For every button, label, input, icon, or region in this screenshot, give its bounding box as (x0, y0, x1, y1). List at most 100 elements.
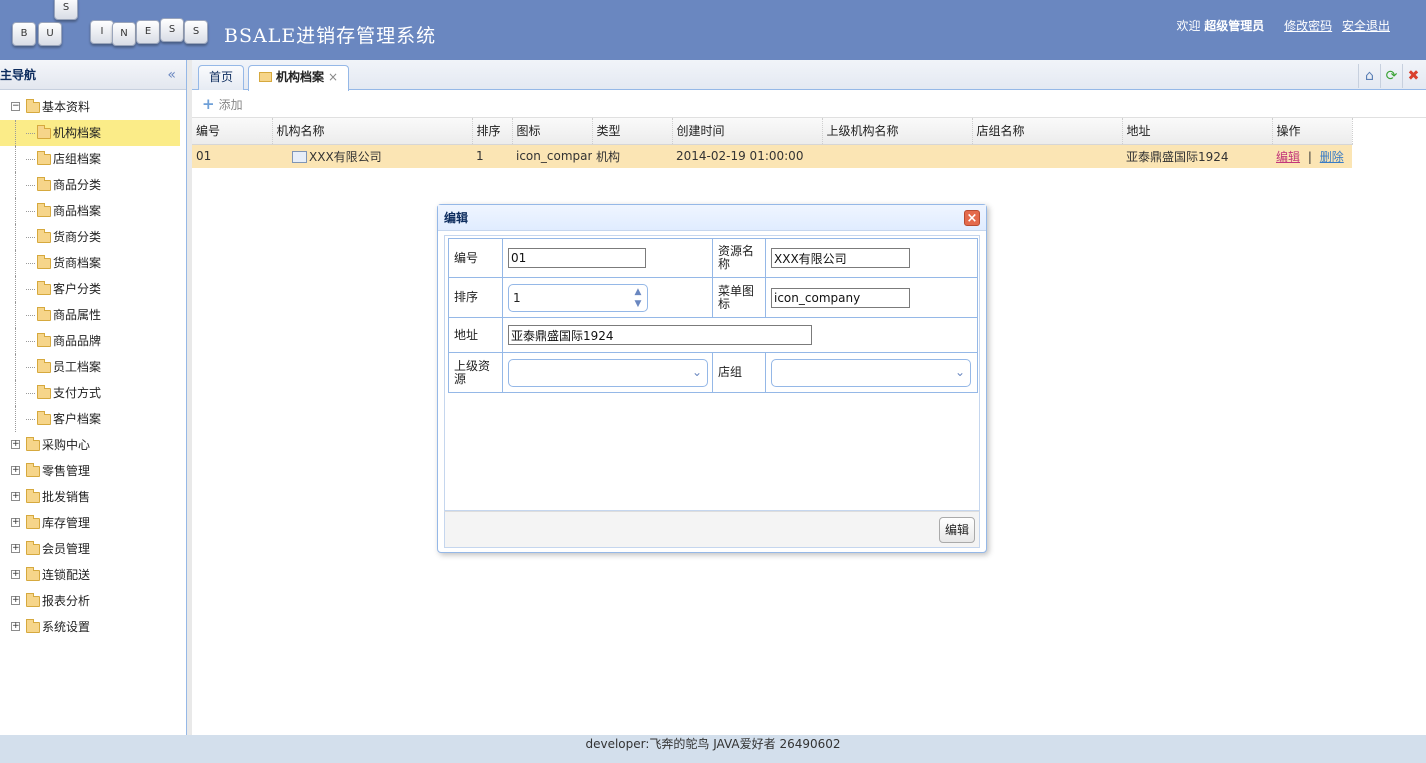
submit-edit-button[interactable]: 编辑 (938, 517, 975, 543)
tree-line (15, 198, 16, 224)
nav-group-label: 批发销售 (42, 490, 91, 504)
nav-item[interactable]: 货商分类 (0, 224, 186, 250)
expand-toggle-icon[interactable]: + (11, 570, 20, 579)
column-header[interactable]: 创建时间 (672, 118, 823, 145)
nav-group[interactable]: + 会员管理 (0, 536, 186, 562)
tree-line (26, 289, 35, 290)
expand-toggle-icon[interactable]: + (11, 492, 20, 501)
tab-close-icon[interactable]: × (328, 70, 338, 84)
collapse-toggle-icon[interactable]: − (11, 102, 20, 111)
nav-item[interactable]: 客户分类 (0, 276, 186, 302)
id-label: 编号 (448, 238, 503, 278)
tree-line (26, 185, 35, 186)
tab-home[interactable]: 首页 (198, 65, 245, 90)
table-row[interactable]: 01 XXX有限公司 1 icon_company 机构 2014-02-19 … (192, 144, 1352, 168)
column-header[interactable]: 编号 (192, 118, 273, 145)
nav-group[interactable]: + 批发销售 (0, 484, 186, 510)
expand-toggle-icon[interactable]: + (11, 544, 20, 553)
nav-item[interactable]: 货商档案 (0, 250, 186, 276)
logo-key: S (160, 18, 184, 42)
nav-item[interactable]: 员工档案 (0, 354, 186, 380)
nav-group[interactable]: + 库存管理 (0, 510, 186, 536)
logout-link[interactable]: 安全退出 (1342, 19, 1390, 33)
tree-line (15, 224, 16, 250)
collapse-icon[interactable]: « (167, 60, 176, 90)
nav-item[interactable]: 店组档案 (0, 146, 186, 172)
nav-group[interactable]: + 零售管理 (0, 458, 186, 484)
sort-value: 1 (513, 290, 521, 305)
nav-item[interactable]: 客户档案 (0, 406, 186, 432)
nav-item[interactable]: 商品档案 (0, 198, 186, 224)
chevron-down-icon[interactable]: ▼ (632, 299, 644, 309)
expand-toggle-icon[interactable]: + (11, 440, 20, 449)
nav-group-label: 基本资料 (42, 100, 91, 114)
chevron-down-icon: ⌄ (691, 364, 702, 379)
tab-bar: 首页 机构档案 × ⌂ ⟳ ✖ (192, 60, 1426, 91)
folder-icon (26, 541, 40, 555)
expand-toggle-icon[interactable]: + (11, 466, 20, 475)
edit-link[interactable]: 编辑 (1276, 150, 1300, 164)
folder-icon (37, 359, 51, 373)
nav-group[interactable]: + 连锁配送 (0, 562, 186, 588)
cell-id: 01 (192, 144, 272, 168)
group-select[interactable]: ⌄ (771, 358, 971, 387)
nav-item[interactable]: 商品属性 (0, 302, 186, 328)
tab-label: 机构档案 (276, 70, 325, 84)
expand-toggle-icon[interactable]: + (11, 518, 20, 527)
nav-item[interactable]: 商品分类 (0, 172, 186, 198)
nav-title: 主导航 (0, 68, 37, 82)
nav-group[interactable]: − 基本资料 (0, 94, 186, 120)
cell-parent (822, 144, 972, 168)
welcome-text: 欢迎 (1176, 19, 1201, 33)
logo-key: E (136, 20, 160, 44)
address-field[interactable] (508, 325, 812, 345)
nav-group[interactable]: + 报表分析 (0, 588, 186, 614)
nav-group[interactable]: + 采购中心 (0, 432, 186, 458)
folder-icon (37, 411, 51, 425)
close-all-icon[interactable]: ✖ (1402, 64, 1424, 88)
nav-group[interactable]: + 系统设置 (0, 614, 186, 640)
tree-line (15, 354, 16, 380)
cell-group (972, 144, 1122, 168)
name-field[interactable] (771, 248, 910, 268)
logo-key: U (38, 22, 62, 46)
tab-org-archive[interactable]: 机构档案 × (248, 65, 350, 91)
parent-select[interactable]: ⌄ (508, 358, 708, 387)
delete-link[interactable]: 删除 (1320, 150, 1344, 164)
nav-item[interactable]: 支付方式 (0, 380, 186, 406)
sort-stepper[interactable]: 1 ▲ ▼ (508, 283, 648, 312)
column-header[interactable]: 操作 (1272, 118, 1353, 145)
tree-line (15, 146, 16, 172)
column-header[interactable]: 机构名称 (272, 118, 473, 145)
column-header[interactable]: 上级机构名称 (822, 118, 973, 145)
folder-icon (37, 333, 51, 347)
add-button[interactable]: + 添加 (202, 95, 243, 113)
nav-item-label: 商品品牌 (53, 334, 102, 348)
change-password-link[interactable]: 修改密码 (1284, 19, 1332, 33)
tree-line (26, 237, 35, 238)
nav-item[interactable]: 商品品牌 (0, 328, 186, 354)
folder-icon (37, 177, 51, 191)
id-field[interactable] (508, 248, 646, 268)
column-header[interactable]: 类型 (592, 118, 673, 145)
home-icon[interactable]: ⌂ (1358, 64, 1380, 88)
icon-field[interactable] (771, 287, 910, 308)
expand-toggle-icon[interactable]: + (11, 622, 20, 631)
tab-label: 首页 (209, 70, 234, 84)
column-header[interactable]: 地址 (1122, 118, 1273, 145)
chevron-up-icon[interactable]: ▲ (632, 287, 644, 297)
refresh-icon[interactable]: ⟳ (1380, 64, 1402, 88)
column-header[interactable]: 店组名称 (972, 118, 1123, 145)
expand-toggle-icon[interactable]: + (11, 596, 20, 605)
nav-item[interactable]: 机构档案 (0, 120, 180, 146)
column-header[interactable]: 排序 (472, 118, 513, 145)
column-header[interactable]: 图标 (512, 118, 593, 145)
close-icon[interactable]: × (964, 210, 980, 226)
grid-header-row: 编号 机构名称 排序 图标 类型 创建时间 上级机构名称 店组名称 地址 操作 (192, 118, 1353, 145)
footer: developer:飞奔的鸵鸟 JAVA爱好者 26490602 (0, 735, 1426, 763)
folder-icon (26, 437, 40, 451)
sort-label: 排序 (448, 277, 503, 318)
nav-group-label: 系统设置 (42, 620, 91, 634)
user-area: 欢迎 超级管理员 修改密码 安全退出 (1176, 17, 1390, 34)
tree-line (15, 172, 16, 198)
